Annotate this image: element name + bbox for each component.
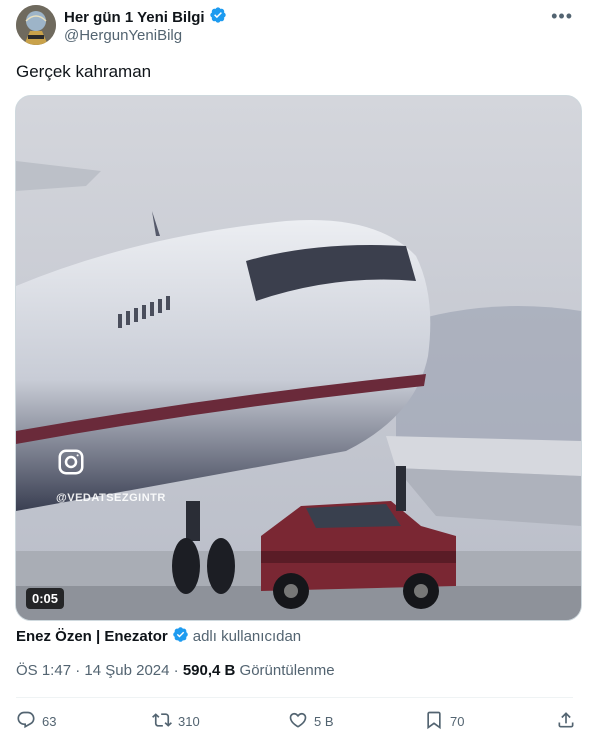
tweet-date[interactable]: 14 Şub 2024 — [84, 662, 169, 679]
author-display-name[interactable]: Her gün 1 Yeni Bilgi — [64, 9, 205, 26]
author-handle[interactable]: @HergunYeniBilg — [64, 27, 182, 44]
views-label: Görüntülenme — [239, 662, 335, 679]
video-watermark: @VEDATSEZGINTR — [56, 492, 166, 504]
reply-icon — [16, 710, 36, 733]
attribution-name[interactable]: Enez Özen | Enezator — [16, 628, 168, 645]
heart-icon — [288, 710, 308, 733]
bookmark-button[interactable]: 70 — [424, 710, 464, 733]
video-player[interactable]: @VEDATSEZGINTR 0:05 — [15, 95, 582, 621]
more-options-icon[interactable]: ••• — [551, 6, 573, 27]
like-button[interactable]: 5 B — [288, 710, 334, 733]
instagram-icon — [56, 447, 86, 477]
meta-separator: · — [173, 662, 179, 679]
bookmark-icon — [424, 710, 444, 733]
tweet-time[interactable]: ÖS 1:47 — [16, 662, 71, 679]
video-attribution[interactable]: Enez Özen | Enezator adlı kullanıcıdan — [16, 626, 301, 647]
reply-button[interactable]: 63 — [16, 710, 56, 733]
verified-badge-icon — [172, 626, 189, 647]
repost-button[interactable]: 310 — [152, 710, 200, 733]
view-count: 590,4 B — [182, 662, 236, 679]
attribution-suffix: adlı kullanıcıdan — [192, 628, 302, 645]
bookmark-count: 70 — [450, 714, 465, 729]
author-name-row[interactable]: Her gün 1 Yeni Bilgi — [64, 6, 227, 29]
action-bar: 63 310 5 B 70 — [16, 710, 576, 734]
reply-count: 63 — [42, 714, 57, 729]
share-icon — [556, 710, 576, 733]
verified-badge-icon — [209, 6, 227, 29]
like-count: 5 B — [314, 714, 334, 729]
repost-icon — [152, 710, 172, 733]
repost-count: 310 — [178, 714, 200, 729]
divider — [16, 697, 573, 698]
video-frame — [16, 96, 581, 620]
avatar[interactable] — [16, 5, 56, 45]
video-duration-badge: 0:05 — [26, 588, 65, 609]
share-button[interactable] — [556, 710, 576, 733]
meta-separator: · — [75, 662, 81, 679]
tweet-meta: ÖS 1:47 · 14 Şub 2024 · 590,4 B Görüntül… — [16, 662, 335, 679]
tweet-text: Gerçek kahraman — [16, 62, 152, 81]
